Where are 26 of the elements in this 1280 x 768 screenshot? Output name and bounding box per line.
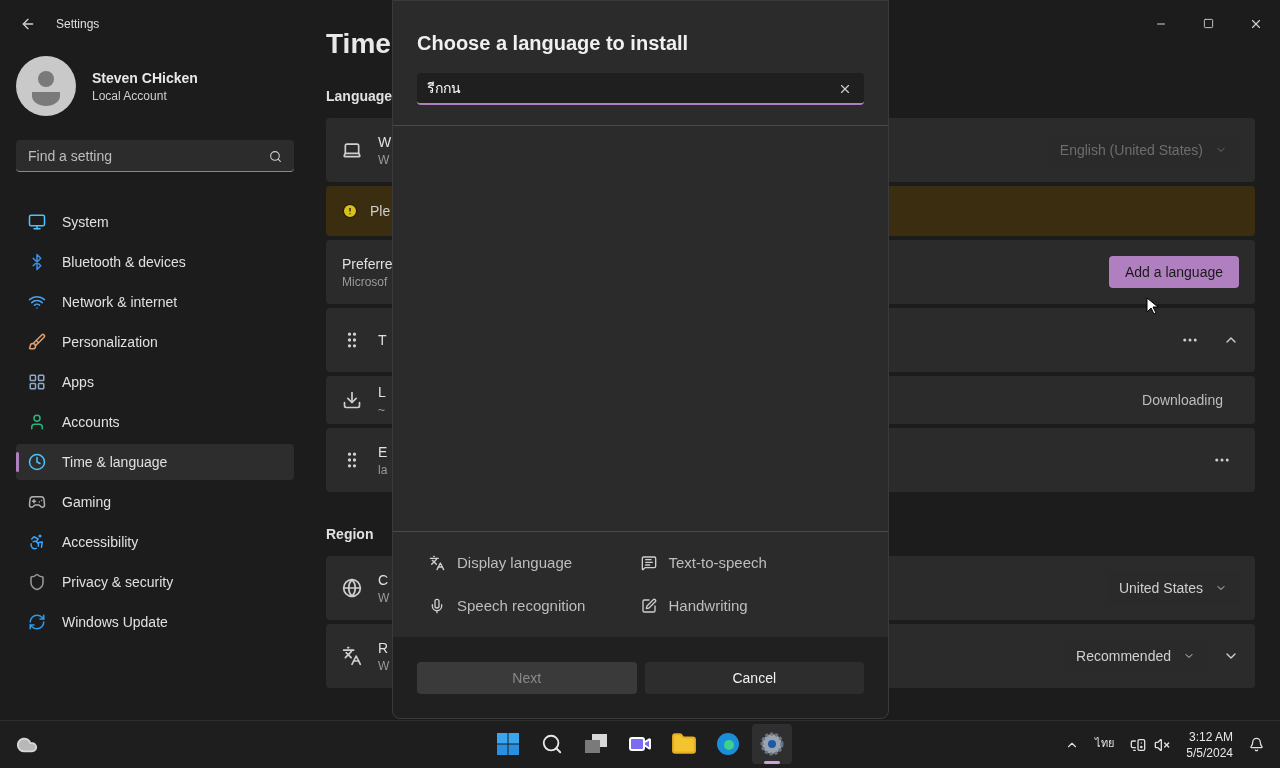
setting-subtitle: ~ bbox=[378, 402, 385, 418]
setting-subtitle: W bbox=[378, 658, 390, 674]
setting-subtitle: W bbox=[378, 152, 390, 168]
section-heading: Region bbox=[326, 525, 374, 544]
window-title: Settings bbox=[56, 16, 100, 32]
status-text: Downloading bbox=[1142, 391, 1223, 410]
account-name: Steven CHicken bbox=[92, 69, 198, 88]
page-title: Time bbox=[326, 30, 391, 58]
setting-title: C bbox=[378, 571, 389, 590]
warning-text: Ple bbox=[370, 202, 391, 221]
account-type: Local Account bbox=[92, 88, 168, 104]
feature-label: Text-to-speech bbox=[668, 553, 767, 573]
feature-label: Display language bbox=[457, 553, 573, 573]
setting-title: W bbox=[378, 133, 392, 152]
dialog-title: Choose a language to install bbox=[417, 31, 690, 56]
setting-title: Preferre bbox=[342, 255, 393, 274]
setting-title: E bbox=[378, 443, 388, 462]
setting-subtitle: W bbox=[378, 590, 390, 606]
setting-subtitle: Microsof bbox=[342, 274, 388, 290]
feature-label: Handwriting bbox=[668, 595, 748, 616]
setting-title: R bbox=[378, 639, 389, 658]
setting-title: T bbox=[378, 331, 387, 350]
setting-subtitle: la bbox=[378, 462, 388, 478]
feature-label: Speech recognition bbox=[457, 595, 586, 616]
setting-title: L bbox=[378, 383, 386, 402]
section-heading: Language bbox=[326, 87, 393, 106]
